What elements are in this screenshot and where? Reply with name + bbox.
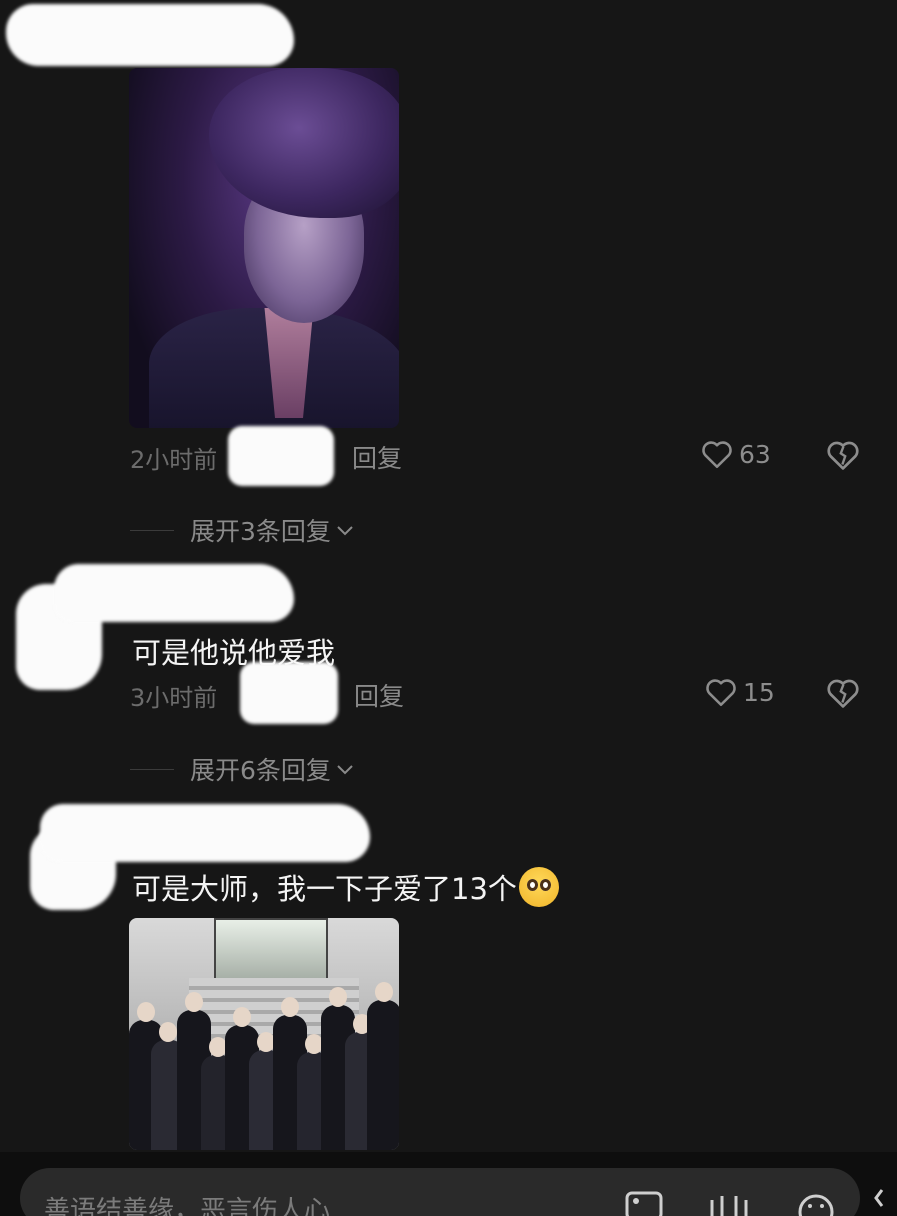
comment-text: 可是大师，我一下子爱了13个 <box>132 872 517 906</box>
heart-icon <box>706 679 736 707</box>
chevron-down-icon <box>337 526 353 536</box>
scroll-indicator-icon <box>874 1189 884 1207</box>
expand-replies-button[interactable]: 展开3条回复 <box>130 512 357 548</box>
heart-icon <box>702 441 732 469</box>
image-icon[interactable] <box>624 1190 664 1216</box>
redacted-username <box>40 804 370 862</box>
reply-button[interactable]: 回复 <box>352 439 402 475</box>
comment-timestamp: 3小时前 <box>130 684 218 712</box>
like-count: 63 <box>739 439 771 469</box>
comment-thread: 2小时前 回复 63 展开3条回复 可是他说他爱我 3小时前 回复 15 展开6… <box>0 0 897 1216</box>
redacted-username <box>6 4 294 66</box>
redacted-location <box>228 426 334 486</box>
expand-replies-button[interactable]: 展开6条回复 <box>130 751 357 787</box>
pleading-face-emoji-icon <box>518 867 559 907</box>
like-button[interactable]: 63 <box>699 436 771 472</box>
broken-heart-icon[interactable] <box>824 436 862 474</box>
chevron-down-icon <box>337 765 353 775</box>
divider <box>130 768 174 770</box>
comment-input-placeholder: 善语结善缘，恶言伤人心 <box>44 1196 331 1216</box>
divider <box>130 529 174 531</box>
comment-timestamp: 2小时前 <box>130 446 218 474</box>
broken-heart-icon[interactable] <box>824 674 862 712</box>
expand-replies-label: 展开6条回复 <box>190 756 331 785</box>
like-count: 15 <box>743 677 775 707</box>
comment-image[interactable] <box>129 68 399 428</box>
like-button[interactable]: 15 <box>703 674 775 710</box>
reply-button[interactable]: 回复 <box>354 677 404 713</box>
comment-image[interactable] <box>129 918 399 1150</box>
comment-text-row: 可是大师，我一下子爱了13个 <box>132 866 559 908</box>
emoji-icon[interactable] <box>796 1192 836 1216</box>
at-icon[interactable] <box>708 1194 750 1216</box>
expand-replies-label: 展开3条回复 <box>190 517 331 546</box>
redacted-username <box>54 564 294 622</box>
redacted-location <box>240 662 338 724</box>
